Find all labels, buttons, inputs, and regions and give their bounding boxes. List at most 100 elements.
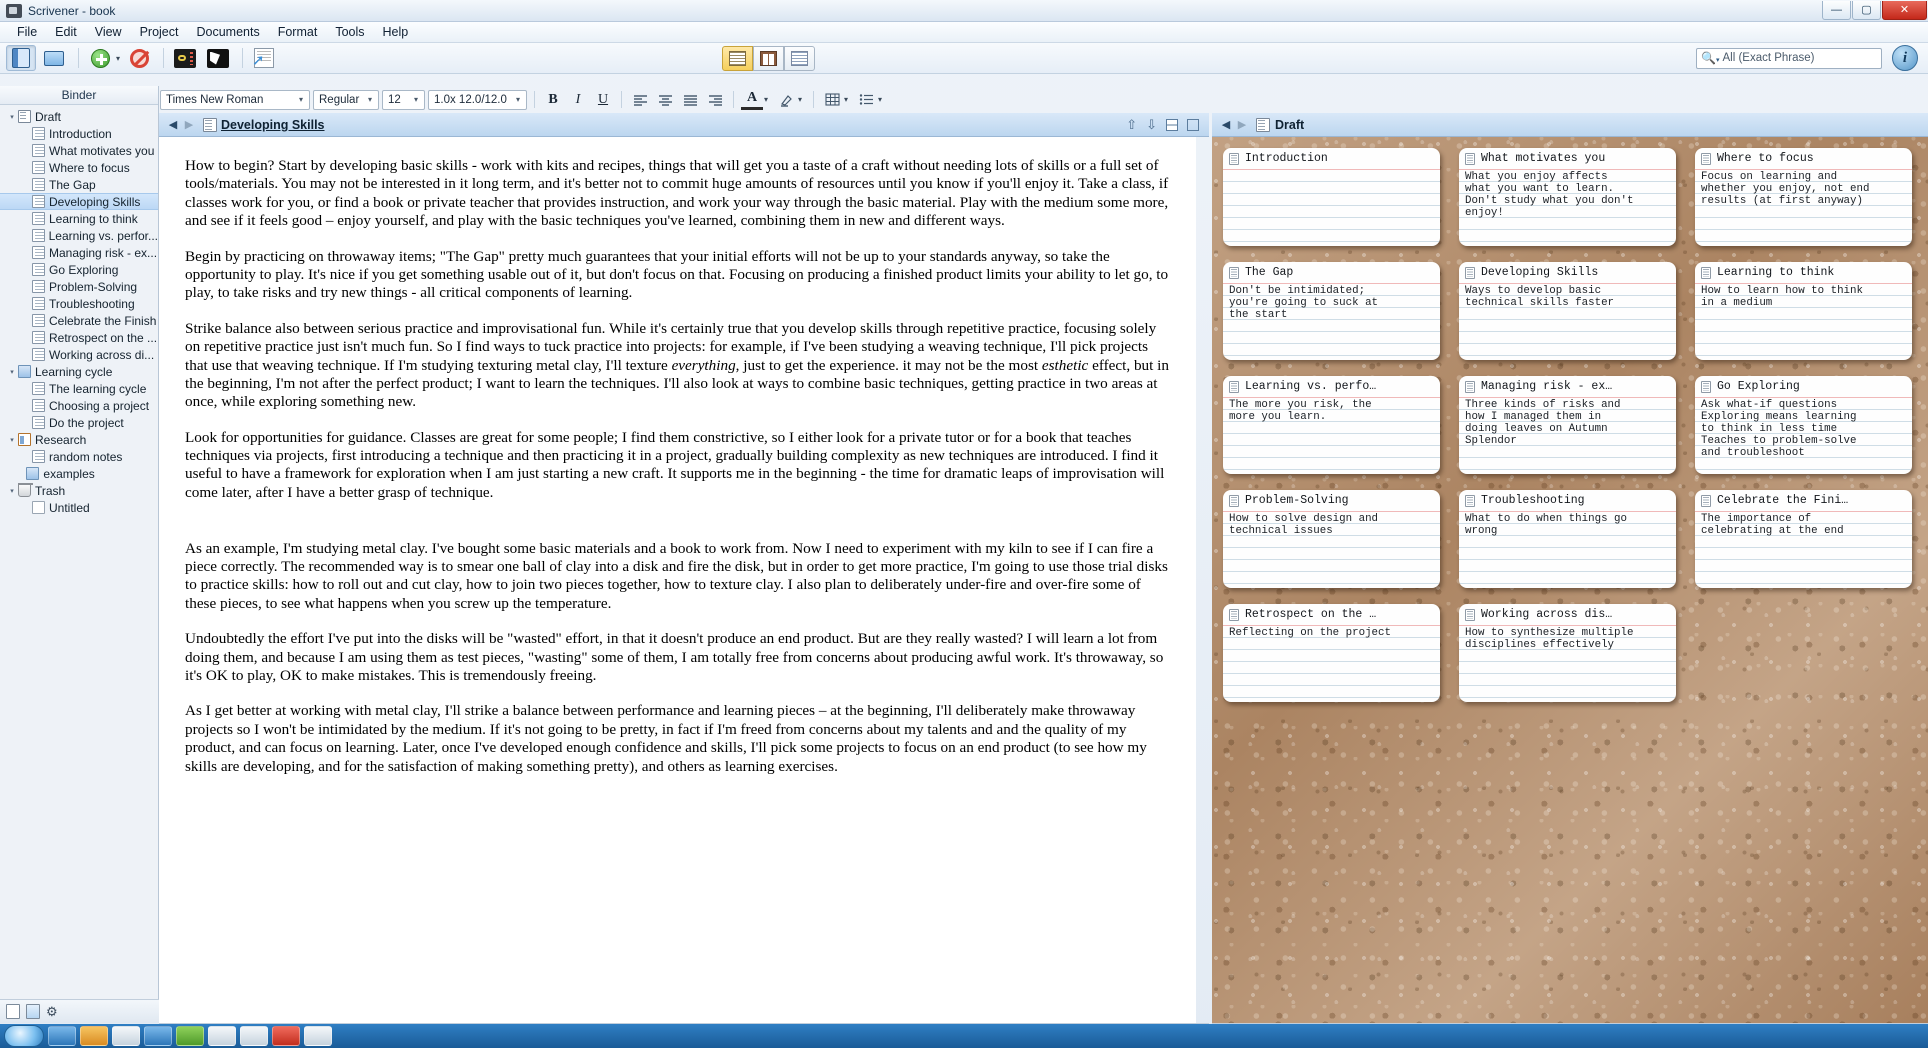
start-button[interactable]	[4, 1025, 44, 1047]
italic-button[interactable]: I	[567, 89, 589, 110]
index-card[interactable]: The Gap Don't be intimidated; you're goin…	[1223, 262, 1440, 360]
taskbar-item-6[interactable]	[208, 1026, 236, 1046]
align-center-button[interactable]	[654, 89, 676, 110]
list-button[interactable]	[855, 89, 877, 110]
search-input[interactable]: 🔍▾ All (Exact Phrase)	[1696, 47, 1882, 69]
binder-item-choosing-a-project[interactable]: Choosing a project	[0, 397, 158, 414]
index-card[interactable]: What motivates you What you enjoy affects…	[1459, 148, 1676, 246]
add-folder-icon[interactable]	[26, 1004, 40, 1019]
highlight-button[interactable]	[775, 89, 797, 110]
inspector-button[interactable]: i	[1892, 45, 1918, 71]
export-button[interactable]	[249, 45, 279, 71]
binder-item-random-notes[interactable]: random notes	[0, 448, 158, 465]
align-left-button[interactable]	[629, 89, 651, 110]
add-document-icon[interactable]	[6, 1004, 20, 1019]
binder-item-examples[interactable]: examples	[0, 465, 158, 482]
taskbar-item-7[interactable]	[240, 1026, 268, 1046]
index-card-synopsis[interactable]: What to do when things go wrong	[1459, 512, 1676, 588]
binder-item-developing-skills[interactable]: Developing Skills	[0, 193, 158, 210]
index-card[interactable]: Learning to think How to learn how to thi…	[1695, 262, 1912, 360]
binder-item-untitled[interactable]: Untitled	[0, 499, 158, 516]
binder-item-research[interactable]: ▾ Research	[0, 431, 158, 448]
index-card-title[interactable]: Learning to think	[1695, 262, 1912, 284]
table-button[interactable]	[821, 89, 843, 110]
index-card-title[interactable]: Working across dis…	[1459, 604, 1676, 626]
index-card-synopsis[interactable]: The importance of celebrating at the end	[1695, 512, 1912, 588]
taskbar-item-2[interactable]	[80, 1026, 108, 1046]
index-card-title[interactable]: Problem-Solving	[1223, 490, 1440, 512]
index-card-title[interactable]: Go Exploring	[1695, 376, 1912, 398]
binder-item-troubleshooting[interactable]: Troubleshooting	[0, 295, 158, 312]
align-justify-button[interactable]	[679, 89, 701, 110]
index-card-title[interactable]: Introduction	[1223, 148, 1440, 170]
bold-button[interactable]: B	[542, 89, 564, 110]
gear-icon[interactable]: ⚙	[46, 1004, 58, 1020]
index-card-title[interactable]: Learning vs. perfo…	[1223, 376, 1440, 398]
index-card[interactable]: Go Exploring Ask what-if questions Explor…	[1695, 376, 1912, 474]
index-card-title[interactable]: The Gap	[1223, 262, 1440, 284]
view-mode-outliner[interactable]	[784, 45, 816, 71]
align-right-button[interactable]	[704, 89, 726, 110]
binder-item-the-gap[interactable]: The Gap	[0, 176, 158, 193]
index-card-synopsis[interactable]: Ways to develop basic technical skills f…	[1459, 284, 1676, 360]
binder-item-trash[interactable]: ▾ Trash	[0, 482, 158, 499]
index-card-title[interactable]: What motivates you	[1459, 148, 1676, 170]
corkboard-panel[interactable]: Introduction What motivates you What you e…	[1212, 137, 1928, 1023]
view-mode-document[interactable]	[722, 45, 754, 71]
binder-item-working-across-di[interactable]: Working across di...	[0, 346, 158, 363]
index-card-synopsis[interactable]	[1223, 170, 1440, 246]
index-card[interactable]: Where to focus Focus on learning and whet…	[1695, 148, 1912, 246]
index-card[interactable]: Problem-Solving How to solve design and t…	[1223, 490, 1440, 588]
split-horizontal-icon[interactable]	[1166, 118, 1178, 131]
add-dropdown-caret-icon[interactable]: ▾	[116, 54, 120, 63]
binder-item-the-learning-cycle[interactable]: The learning cycle	[0, 380, 158, 397]
editor-forward-button[interactable]: ▶	[181, 118, 197, 131]
index-card-synopsis[interactable]: Focus on learning and whether you enjoy,…	[1695, 170, 1912, 246]
index-card-synopsis[interactable]: How to synthesize multiple disciplines e…	[1459, 626, 1676, 702]
corkboard-forward-button[interactable]: ▶	[1234, 118, 1250, 131]
menu-format[interactable]: Format	[269, 23, 327, 41]
binder-item-retrospect-on-the[interactable]: Retrospect on the ...	[0, 329, 158, 346]
maximize-button[interactable]: ▢	[1852, 0, 1881, 20]
binder-item-celebrate-the-finish[interactable]: Celebrate the Finish	[0, 312, 158, 329]
index-card-synopsis[interactable]: How to learn how to think in a medium	[1695, 284, 1912, 360]
index-card-synopsis[interactable]: Three kinds of risks and how I managed t…	[1459, 398, 1676, 474]
menu-help[interactable]: Help	[374, 23, 418, 41]
collections-button[interactable]	[39, 45, 69, 71]
binder-item-where-to-focus[interactable]: Where to focus	[0, 159, 158, 176]
line-spacing-select[interactable]: 1.0x 12.0/12.0 ▾	[428, 89, 527, 110]
binder-item-do-the-project[interactable]: Do the project	[0, 414, 158, 431]
disclosure-triangle-icon[interactable]: ▾	[6, 113, 18, 121]
binder-toggle-button[interactable]	[6, 45, 36, 71]
corkboard-back-button[interactable]: ◀	[1218, 118, 1234, 131]
index-card[interactable]: Developing Skills Ways to develop basic t…	[1459, 262, 1676, 360]
snapshot-button[interactable]	[203, 45, 233, 71]
index-card-title[interactable]: Managing risk - ex…	[1459, 376, 1676, 398]
search-icon[interactable]: 🔍▾	[1701, 51, 1719, 65]
arrow-down-icon[interactable]: ⇩	[1146, 117, 1157, 133]
taskbar-item-4[interactable]	[144, 1026, 172, 1046]
taskbar-item-8[interactable]	[272, 1026, 300, 1046]
compose-mode-button[interactable]	[170, 45, 200, 71]
font-size-select[interactable]: 12 ▾	[382, 89, 425, 110]
add-button[interactable]	[85, 45, 115, 71]
binder-item-introduction[interactable]: Introduction	[0, 125, 158, 142]
index-card-title[interactable]: Celebrate the Fini…	[1695, 490, 1912, 512]
binder-item-learning-vs-perfor[interactable]: Learning vs. perfor...	[0, 227, 158, 244]
index-card[interactable]: Troubleshooting What to do when things go…	[1459, 490, 1676, 588]
taskbar-item-1[interactable]	[48, 1026, 76, 1046]
binder-item-go-exploring[interactable]: Go Exploring	[0, 261, 158, 278]
index-card-synopsis[interactable]: Reflecting on the project	[1223, 626, 1440, 702]
menu-documents[interactable]: Documents	[187, 23, 268, 41]
corkboard-title[interactable]: Draft	[1275, 118, 1304, 132]
disclosure-triangle-icon[interactable]: ▾	[6, 368, 18, 376]
binder-item-managing-risk-ex[interactable]: Managing risk - ex...	[0, 244, 158, 261]
arrow-up-icon[interactable]: ⇧	[1126, 117, 1137, 133]
index-card-title[interactable]: Developing Skills	[1459, 262, 1676, 284]
text-color-button[interactable]: A	[741, 89, 763, 110]
text-color-caret-icon[interactable]: ▾	[764, 95, 768, 104]
index-card-title[interactable]: Troubleshooting	[1459, 490, 1676, 512]
index-card-synopsis[interactable]: What you enjoy affects what you want to …	[1459, 170, 1676, 246]
font-style-select[interactable]: Regular ▾	[313, 89, 379, 110]
index-card[interactable]: Celebrate the Fini… The importance of cel…	[1695, 490, 1912, 588]
